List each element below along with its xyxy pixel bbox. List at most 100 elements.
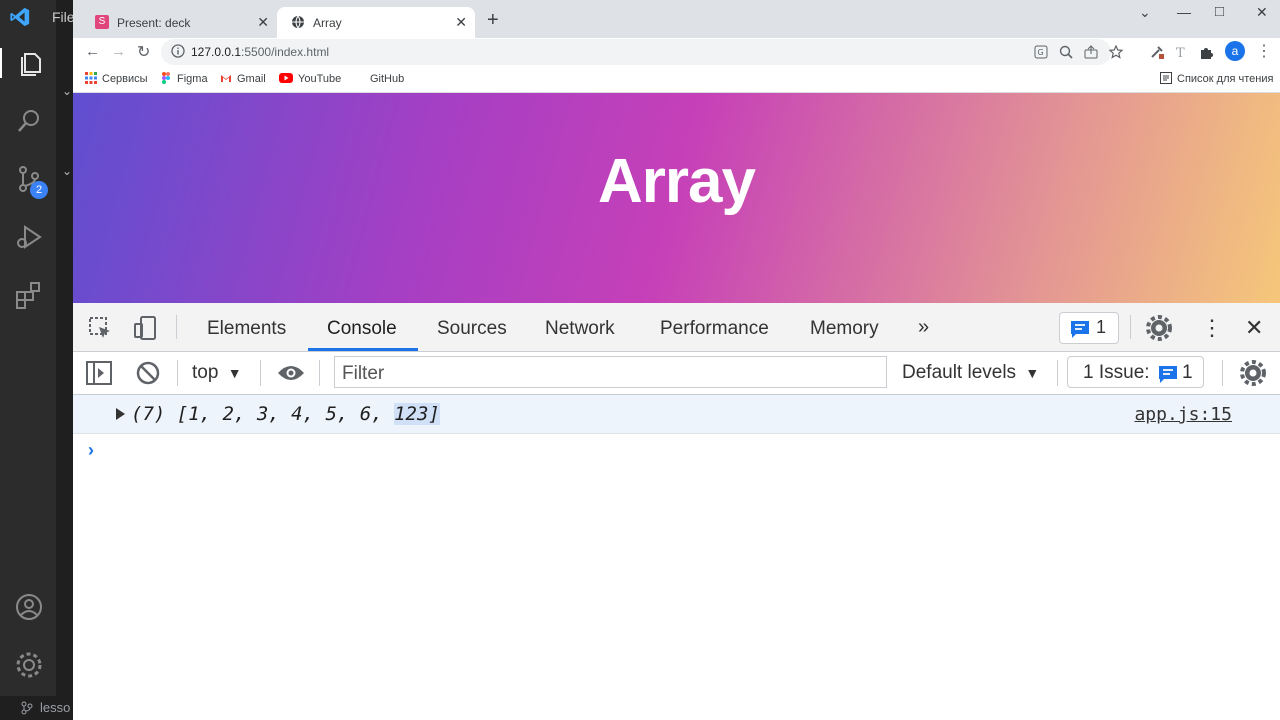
font-extension-icon[interactable]: T (1173, 44, 1189, 60)
bookmark-label: Figma (177, 73, 208, 85)
address-bar[interactable]: 127.0.0.1:5500/index.html G (161, 39, 1123, 65)
apps-grid-icon (85, 72, 97, 84)
forward-icon[interactable]: → (111, 43, 126, 60)
run-debug-icon[interactable] (14, 222, 44, 252)
bookmark-figma[interactable]: Figma (160, 72, 208, 85)
eyedropper-extension-icon[interactable] (1149, 44, 1165, 60)
dropdown-arrow-icon: ▼ (227, 365, 242, 381)
close-window-icon[interactable]: ✕ (1256, 4, 1268, 21)
extensions-icon[interactable] (14, 280, 44, 310)
tab-present-deck[interactable]: S Present: deck ✕ (81, 7, 277, 38)
new-tab-button[interactable]: + (487, 9, 499, 32)
logged-array[interactable]: (7) [1, 2, 3, 4, 5, 6, 123] (131, 403, 440, 425)
slides-icon: S (95, 15, 109, 29)
chevron-down-icon: ⌄ (62, 84, 73, 98)
expand-triangle-icon[interactable] (116, 408, 125, 420)
minimize-icon[interactable]: — (1177, 4, 1191, 20)
zoom-icon[interactable] (1059, 45, 1073, 59)
page-heading: Array (598, 147, 756, 216)
bookmark-label: GitHub (370, 73, 405, 85)
chevron-down-icon: ⌄ (62, 164, 73, 178)
console-settings-gear-icon[interactable] (1240, 360, 1266, 386)
source-link[interactable]: app.js:15 (1134, 404, 1232, 425)
selected-text: 123] (394, 403, 440, 425)
bookmark-github[interactable]: GitHub (353, 72, 404, 85)
menu-file[interactable]: File (52, 9, 75, 25)
filter-input[interactable]: Filter (334, 356, 887, 388)
back-icon[interactable]: ← (85, 43, 100, 60)
extensions-puzzle-icon[interactable] (1199, 44, 1215, 60)
console-log-entry[interactable]: (7) [1, 2, 3, 4, 5, 6, 123] app.js:15 (73, 395, 1280, 434)
tab-sources[interactable]: Sources (437, 318, 507, 340)
levels-label: Default levels (902, 362, 1017, 383)
tab-network[interactable]: Network (545, 318, 615, 340)
github-icon (353, 72, 365, 84)
branch-icon (21, 701, 33, 715)
gmail-icon (221, 75, 231, 82)
separator (1130, 315, 1131, 339)
bookmarks-bar: Сервисы Figma Gmail YouTube GitHub Списо… (73, 66, 1280, 93)
url-path: :5500/index.html (241, 45, 330, 59)
maximize-icon[interactable]: □ (1215, 3, 1224, 20)
branch-label[interactable]: lesso (40, 700, 70, 715)
close-devtools-icon[interactable]: ✕ (1245, 315, 1263, 341)
bookmark-label: Gmail (237, 73, 266, 85)
issues-button[interactable]: 1 Issue: 1 (1067, 356, 1204, 388)
issues-label: 1 Issue: (1083, 362, 1150, 383)
profile-avatar[interactable]: a (1225, 41, 1245, 61)
tab-console[interactable]: Console (327, 318, 397, 340)
bookmark-star-icon[interactable] (1109, 45, 1123, 59)
log-levels-dropdown[interactable]: Default levels ▼ (902, 362, 1039, 384)
more-tabs-icon[interactable]: » (918, 316, 929, 339)
status-bar: lesso (0, 696, 73, 720)
device-toolbar-icon[interactable] (132, 315, 158, 341)
console-toolbar: top ▼ Filter Default levels ▼ 1 Issue: 1 (73, 352, 1280, 395)
console-prompt-chevron-icon[interactable]: › (88, 440, 94, 461)
separator (1057, 360, 1058, 386)
bookmark-youtube[interactable]: YouTube (279, 72, 341, 85)
info-icon[interactable] (171, 44, 185, 58)
svg-text:T: T (1176, 46, 1185, 60)
bookmark-services[interactable]: Сервисы (85, 72, 148, 85)
sidebar-toggle-icon[interactable] (86, 361, 112, 385)
translate-icon[interactable]: G (1034, 45, 1048, 59)
figma-icon (162, 72, 170, 84)
account-icon[interactable] (14, 592, 44, 622)
close-tab-icon[interactable]: ✕ (257, 14, 269, 31)
vscode-logo-icon (10, 7, 30, 27)
dropdown-arrow-icon: ▼ (1025, 365, 1040, 381)
tab-strip: S Present: deck ✕ Array ✕ + ⌄ — □ ✕ (73, 0, 1280, 38)
devtools-panel: Elements Console Sources Network Perform… (73, 303, 1280, 720)
tab-array[interactable]: Array ✕ (277, 7, 475, 38)
tab-performance[interactable]: Performance (660, 318, 769, 340)
tab-search-chevron-icon[interactable]: ⌄ (1139, 4, 1151, 21)
bookmark-gmail[interactable]: Gmail (220, 72, 266, 85)
separator (176, 315, 177, 339)
reading-list-label: Список для чтения (1177, 73, 1274, 85)
close-tab-icon[interactable]: ✕ (455, 14, 467, 31)
array-preview: (7) [1, 2, 3, 4, 5, 6, (131, 403, 395, 425)
explorer-icon[interactable] (0, 48, 46, 78)
tab-title: Present: deck (117, 16, 191, 30)
more-options-icon[interactable]: ⋮ (1201, 315, 1223, 341)
message-icon (1159, 366, 1177, 383)
active-tab-indicator (308, 348, 418, 351)
reading-list-icon (1160, 72, 1172, 84)
reading-list[interactable]: Список для чтения (1160, 72, 1273, 85)
context-selector[interactable]: top ▼ (192, 362, 242, 384)
inspect-element-icon[interactable] (88, 316, 112, 340)
more-menu-icon[interactable]: ⋮ (1256, 41, 1272, 61)
share-icon[interactable] (1084, 45, 1098, 59)
reload-icon[interactable]: ↻ (137, 42, 150, 62)
bookmark-label: YouTube (298, 73, 342, 85)
settings-gear-icon[interactable] (1146, 315, 1172, 341)
tab-elements[interactable]: Elements (207, 318, 286, 340)
tab-memory[interactable]: Memory (810, 318, 879, 340)
messages-counter[interactable]: 1 (1059, 312, 1119, 344)
youtube-icon (279, 73, 293, 83)
clear-console-icon[interactable] (136, 361, 160, 385)
manage-gear-icon[interactable] (14, 650, 44, 680)
live-expression-eye-icon[interactable] (276, 363, 306, 383)
url-host: 127.0.0.1 (191, 45, 242, 59)
search-icon[interactable] (14, 106, 44, 136)
